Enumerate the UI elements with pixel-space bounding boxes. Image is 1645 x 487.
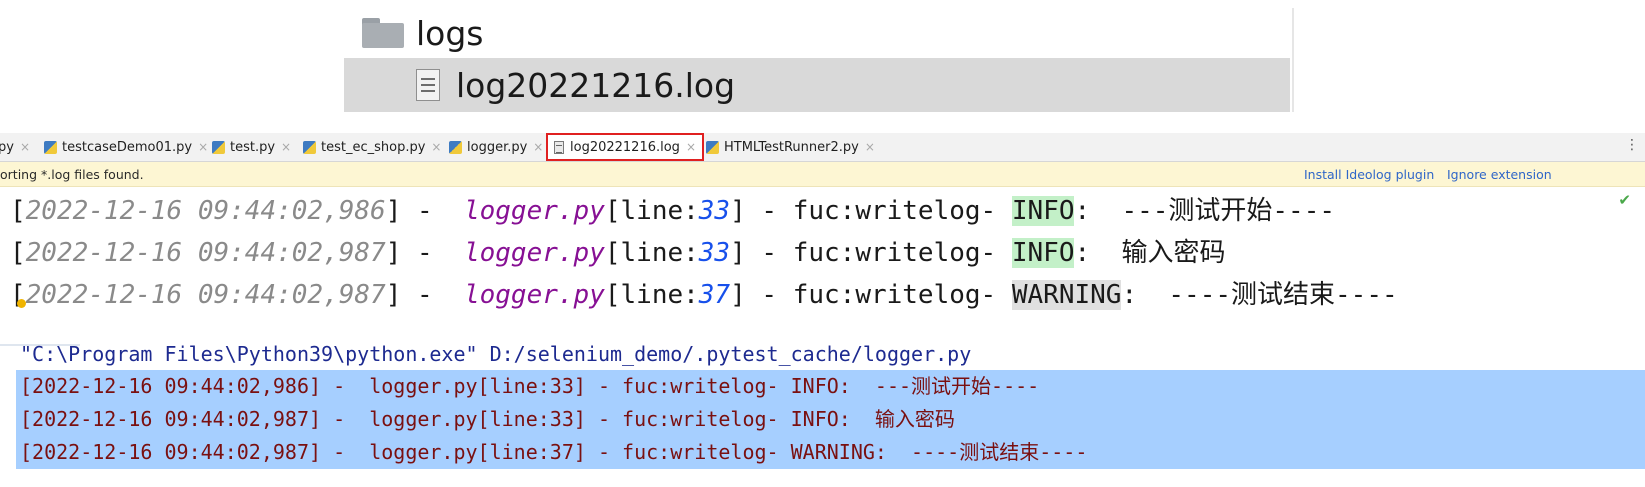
banner-message: orting *.log files found. <box>0 166 144 182</box>
log-editor[interactable]: [2022-12-16 09:44:02,986] - logger.py[li… <box>0 187 1645 335</box>
tab-label: testcaseDemo01.py <box>62 139 193 155</box>
tab-label: test.py <box>230 139 276 155</box>
tab-label: test_ec_shop.py <box>321 139 426 155</box>
console-output-line: [2022-12-16 09:44:02,986] - logger.py[li… <box>16 370 1645 403</box>
log-level: INFO <box>1011 196 1075 226</box>
tab-logger[interactable]: logger.py × <box>449 133 543 161</box>
log-line: [2022-12-16 09:44:02,987] - logger.py[li… <box>10 280 1398 310</box>
log-line: [2022-12-16 09:44:02,986] - logger.py[li… <box>10 196 1336 226</box>
close-icon[interactable]: × <box>198 140 208 154</box>
tab-py[interactable]: py × <box>0 133 30 161</box>
tab-label: logger.py <box>467 139 528 155</box>
log-message: : ---测试开始---- <box>1074 196 1336 226</box>
folder-row-logs[interactable]: logs <box>344 8 1290 58</box>
python-file-icon <box>44 140 57 154</box>
lightbulb-icon[interactable] <box>17 299 26 308</box>
text-file-icon <box>416 69 440 101</box>
run-console[interactable]: "C:\Program Files\Python39\python.exe" D… <box>0 342 1645 487</box>
log-line-number: 37 <box>698 280 731 310</box>
tab-label: log20221216.log <box>570 139 680 155</box>
plugin-suggestion-banner: orting *.log files found. Install Ideolo… <box>0 162 1645 187</box>
close-icon[interactable]: × <box>431 140 441 154</box>
text-file-icon <box>554 140 564 154</box>
log-line: [2022-12-16 09:44:02,987] - logger.py[li… <box>10 238 1226 268</box>
log-message: : 输入密码 <box>1074 238 1226 268</box>
tab-testcasedemo01[interactable]: testcaseDemo01.py × <box>44 133 208 161</box>
close-icon[interactable]: × <box>686 140 696 154</box>
python-file-icon <box>303 140 316 154</box>
close-icon[interactable]: × <box>281 140 291 154</box>
log-module: logger.py <box>463 280 605 310</box>
close-icon[interactable]: × <box>533 140 543 154</box>
editor-tab-bar: py × testcaseDemo01.py × test.py × test_… <box>0 133 1645 162</box>
folder-name: logs <box>416 13 484 53</box>
ignore-extension-link[interactable]: Ignore extension <box>1447 167 1552 182</box>
log-message: : ----测试结束---- <box>1121 280 1398 310</box>
tab-htmltestrunner2[interactable]: HTMLTestRunner2.py × <box>706 133 875 161</box>
log-timestamp: 2022-12-16 09:44:02,987 <box>25 238 386 268</box>
tab-label: py <box>0 139 14 155</box>
log-line-number: 33 <box>698 238 731 268</box>
log-module: logger.py <box>463 196 605 226</box>
python-file-icon <box>706 140 719 154</box>
tab-test-ec-shop[interactable]: test_ec_shop.py × <box>303 133 441 161</box>
console-command: "C:\Program Files\Python39\python.exe" D… <box>20 342 972 366</box>
install-plugin-link[interactable]: Install Ideolog plugin <box>1304 167 1434 182</box>
console-output-line: [2022-12-16 09:44:02,987] - logger.py[li… <box>16 436 1645 469</box>
log-timestamp: 2022-12-16 09:44:02,986 <box>25 196 386 226</box>
close-icon[interactable]: × <box>865 140 875 154</box>
log-level: WARNING <box>1011 280 1122 310</box>
file-row-log[interactable]: log20221216.log <box>344 58 1290 112</box>
log-level: INFO <box>1011 238 1075 268</box>
folder-icon <box>362 18 404 48</box>
close-icon[interactable]: × <box>20 140 30 154</box>
file-name: log20221216.log <box>456 65 736 105</box>
tab-label: HTMLTestRunner2.py <box>724 139 859 155</box>
log-timestamp: 2022-12-16 09:44:02,987 <box>25 280 386 310</box>
tab-log20221216[interactable]: log20221216.log × <box>546 133 704 161</box>
log-line-number: 33 <box>698 196 731 226</box>
console-output-line: [2022-12-16 09:44:02,987] - logger.py[li… <box>16 403 1645 436</box>
python-file-icon <box>449 140 462 154</box>
python-file-icon <box>212 140 225 154</box>
file-explorer: logs log20221216.log <box>344 8 1294 112</box>
check-icon: ✔ <box>1618 191 1631 209</box>
tab-test[interactable]: test.py × <box>212 133 291 161</box>
log-module: logger.py <box>463 238 605 268</box>
more-tabs-icon[interactable]: ⋮ <box>1625 137 1639 153</box>
